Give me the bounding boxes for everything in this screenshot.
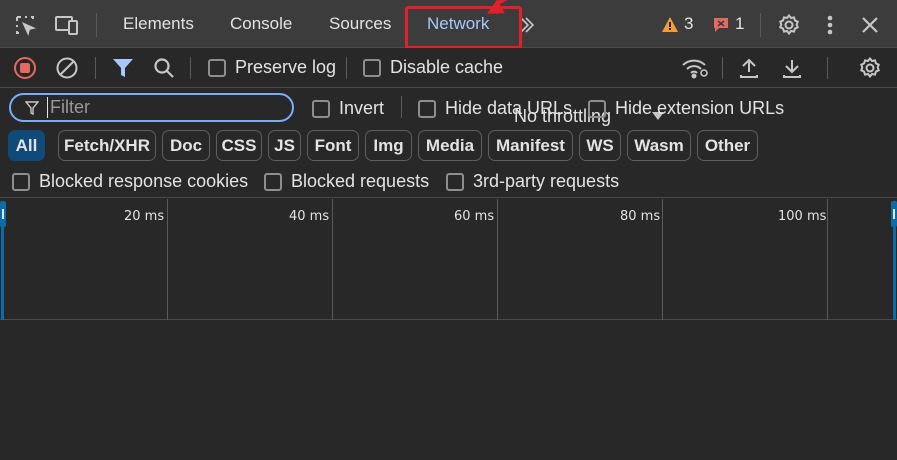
timeline-tick-label: 20 ms: [124, 209, 165, 224]
hide-data-urls-checkbox[interactable]: Hide data URLs: [418, 98, 572, 119]
tab-separator: [760, 13, 761, 37]
errors-count: 1: [735, 14, 745, 33]
invert-box[interactable]: [312, 99, 330, 118]
settings-gear-icon[interactable]: [774, 10, 804, 40]
filter-funnel-icon[interactable]: [108, 53, 138, 83]
disable-cache-label: Disable cache: [390, 57, 504, 77]
divider: [0, 197, 897, 198]
type-filter-fetch-xhr[interactable]: Fetch/XHR: [58, 130, 156, 161]
type-filter-manifest[interactable]: Manifest: [488, 130, 573, 161]
hide-extension-urls-box[interactable]: [588, 99, 606, 118]
export-har-download-icon[interactable]: [777, 53, 807, 83]
timeline-tick-label: 100 ms: [778, 209, 827, 224]
blocked-response-cookies-checkbox[interactable]: Blocked response cookies: [12, 171, 248, 192]
warnings-badge[interactable]: 3: [661, 14, 693, 34]
blocked-response-cookies-label: Blocked response cookies: [39, 171, 249, 191]
timeline-left-handle[interactable]: [0, 201, 6, 227]
preserve-log-checkbox[interactable]: Preserve log: [208, 57, 336, 78]
network-settings-gear-icon[interactable]: [855, 53, 885, 83]
timeline-gridline: [662, 199, 663, 320]
disable-cache-box[interactable]: [363, 58, 381, 77]
preserve-log-box[interactable]: [208, 58, 226, 77]
timeline-gridline: [497, 199, 498, 320]
blocked-response-cookies-box[interactable]: [12, 172, 30, 191]
type-filter-media[interactable]: Media: [418, 130, 482, 161]
timeline-tick-label: 80 ms: [620, 209, 661, 224]
devtools-tab-bar: Elements Console Sources Network 3 1: [0, 0, 897, 48]
third-party-requests-box[interactable]: [446, 172, 464, 191]
invert-label: Invert: [339, 98, 385, 118]
toolbar-separator: [722, 57, 723, 79]
type-filter-img[interactable]: Img: [365, 130, 412, 161]
filter-input-wrapper[interactable]: [9, 93, 294, 122]
stop-recording-icon[interactable]: [10, 53, 40, 83]
type-filter-other[interactable]: Other: [697, 130, 758, 161]
invert-checkbox[interactable]: Invert: [312, 98, 384, 119]
device-toolbar-icon[interactable]: [52, 10, 82, 40]
disable-cache-checkbox[interactable]: Disable cache: [363, 57, 503, 78]
import-har-upload-icon[interactable]: [734, 53, 764, 83]
timeline-tick-label: 60 ms: [454, 209, 495, 224]
type-filter-doc[interactable]: Doc: [162, 130, 210, 161]
timeline-gridline: [332, 199, 333, 320]
hide-extension-urls-checkbox[interactable]: Hide extension URLs: [588, 98, 784, 119]
toolbar-separator: [346, 57, 347, 79]
type-filter-ws[interactable]: WS: [579, 130, 621, 161]
tab-sources[interactable]: Sources: [327, 0, 393, 48]
network-conditions-wifi-icon[interactable]: [680, 53, 710, 83]
close-icon[interactable]: [855, 10, 885, 40]
hide-extension-urls-label: Hide extension URLs: [615, 98, 785, 118]
request-log-area: [0, 321, 897, 460]
warning-icon: [662, 16, 678, 32]
type-filter-font[interactable]: Font: [307, 130, 359, 161]
third-party-requests-checkbox[interactable]: 3rd-party requests: [446, 171, 619, 192]
type-filter-css[interactable]: CSS: [216, 130, 262, 161]
tab-elements[interactable]: Elements: [121, 0, 196, 48]
network-toolbar: Preserve log Disable cache No throttling: [0, 48, 897, 126]
search-icon[interactable]: [149, 53, 179, 83]
blocked-requests-checkbox[interactable]: Blocked requests: [264, 171, 429, 192]
type-filter-js[interactable]: JS: [268, 130, 301, 161]
timeline-right-handle[interactable]: [891, 201, 897, 227]
filter-funnel-icon: [25, 100, 39, 115]
timeline-left-edge: [1, 226, 4, 320]
timeline-gridline: [167, 199, 168, 320]
warnings-count: 3: [684, 14, 694, 33]
toolbar-separator: [190, 57, 191, 79]
type-filter-wasm[interactable]: Wasm: [627, 130, 691, 161]
hide-data-urls-box[interactable]: [418, 99, 436, 118]
hide-data-urls-label: Hide data URLs: [445, 98, 573, 118]
more-options-icon[interactable]: [815, 10, 845, 40]
filter-separator: [401, 96, 402, 118]
tab-network[interactable]: Network: [410, 0, 506, 48]
timeline-right-edge: [893, 226, 896, 320]
inspect-element-icon[interactable]: [10, 10, 40, 40]
tab-console[interactable]: Console: [228, 0, 294, 48]
blocked-requests-box[interactable]: [264, 172, 282, 191]
tab-separator: [96, 13, 97, 37]
filter-input[interactable]: [47, 97, 277, 118]
more-tabs-chevron-icon[interactable]: [514, 10, 538, 40]
timeline-tick-label: 40 ms: [289, 209, 330, 224]
network-overview-timeline[interactable]: 20 ms 40 ms 60 ms 80 ms 100 ms: [0, 199, 897, 320]
preserve-log-label: Preserve log: [235, 57, 337, 77]
third-party-requests-label: 3rd-party requests: [473, 171, 620, 191]
blocked-requests-label: Blocked requests: [291, 171, 430, 191]
toolbar-separator: [827, 57, 828, 79]
clear-icon[interactable]: [52, 53, 82, 83]
errors-badge[interactable]: 1: [712, 14, 744, 34]
type-filter-all[interactable]: All: [8, 130, 45, 161]
error-icon: [714, 17, 728, 32]
toolbar-separator: [95, 57, 96, 79]
timeline-gridline: [827, 199, 828, 320]
